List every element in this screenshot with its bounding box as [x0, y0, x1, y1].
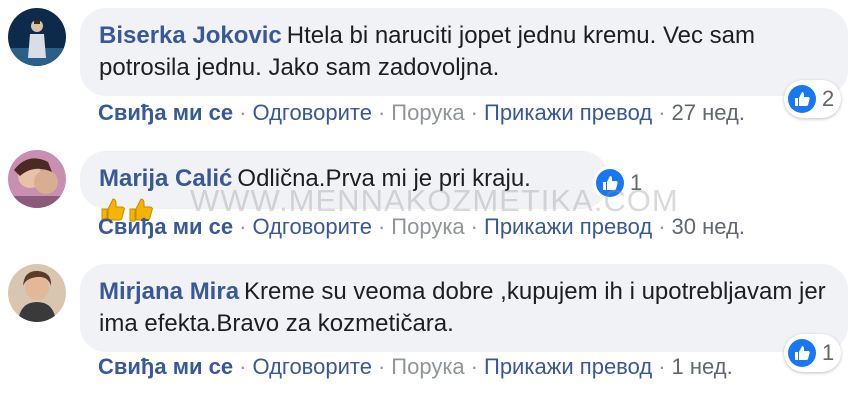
comment-bubble: Biserka Jokovic Htela bi naruciti jopet j… — [80, 8, 848, 96]
timestamp[interactable]: 1 нед. — [672, 354, 733, 379]
comment-author[interactable]: Biserka Jokovic — [99, 22, 282, 49]
comment-author[interactable]: Mirjana Mira — [99, 278, 239, 305]
avatar[interactable] — [8, 150, 66, 208]
like-button[interactable]: Свиђа ми се — [98, 354, 233, 379]
watermark: WWW.MENNAKOZMETIKA.COM — [190, 183, 679, 218]
reaction-number: 1 — [822, 340, 835, 365]
translate-button[interactable]: Прикажи превод — [484, 354, 652, 379]
avatar[interactable] — [8, 8, 66, 66]
like-button[interactable]: Свиђа ми се — [98, 100, 233, 125]
reaction-count[interactable]: 2 — [784, 80, 842, 118]
translate-button[interactable]: Прикажи превод — [484, 100, 652, 125]
timestamp[interactable]: 30 нед. — [672, 214, 745, 239]
reaction-number: 2 — [822, 86, 835, 111]
comment-actions: Свиђа ми се · Одговорите · Порука · Прикажи пр… — [98, 100, 745, 125]
like-thumb-icon — [788, 85, 816, 113]
like-thumb-icon — [788, 339, 816, 367]
reply-button[interactable]: Одговорите — [252, 354, 372, 379]
reaction-count[interactable]: 1 — [784, 334, 842, 372]
avatar[interactable] — [8, 264, 66, 322]
comment-bubble: Mirjana Mira Kreme su veoma dobre ,kupuje… — [80, 264, 848, 352]
timestamp[interactable]: 27 нед. — [672, 100, 745, 125]
reply-button[interactable]: Одговорите — [252, 100, 372, 125]
message-button[interactable]: Порука — [391, 354, 464, 379]
comment-actions: Свиђа ми се · Одговорите · Порука · Прикажи пр… — [98, 354, 733, 379]
message-button[interactable]: Порука — [391, 100, 464, 125]
